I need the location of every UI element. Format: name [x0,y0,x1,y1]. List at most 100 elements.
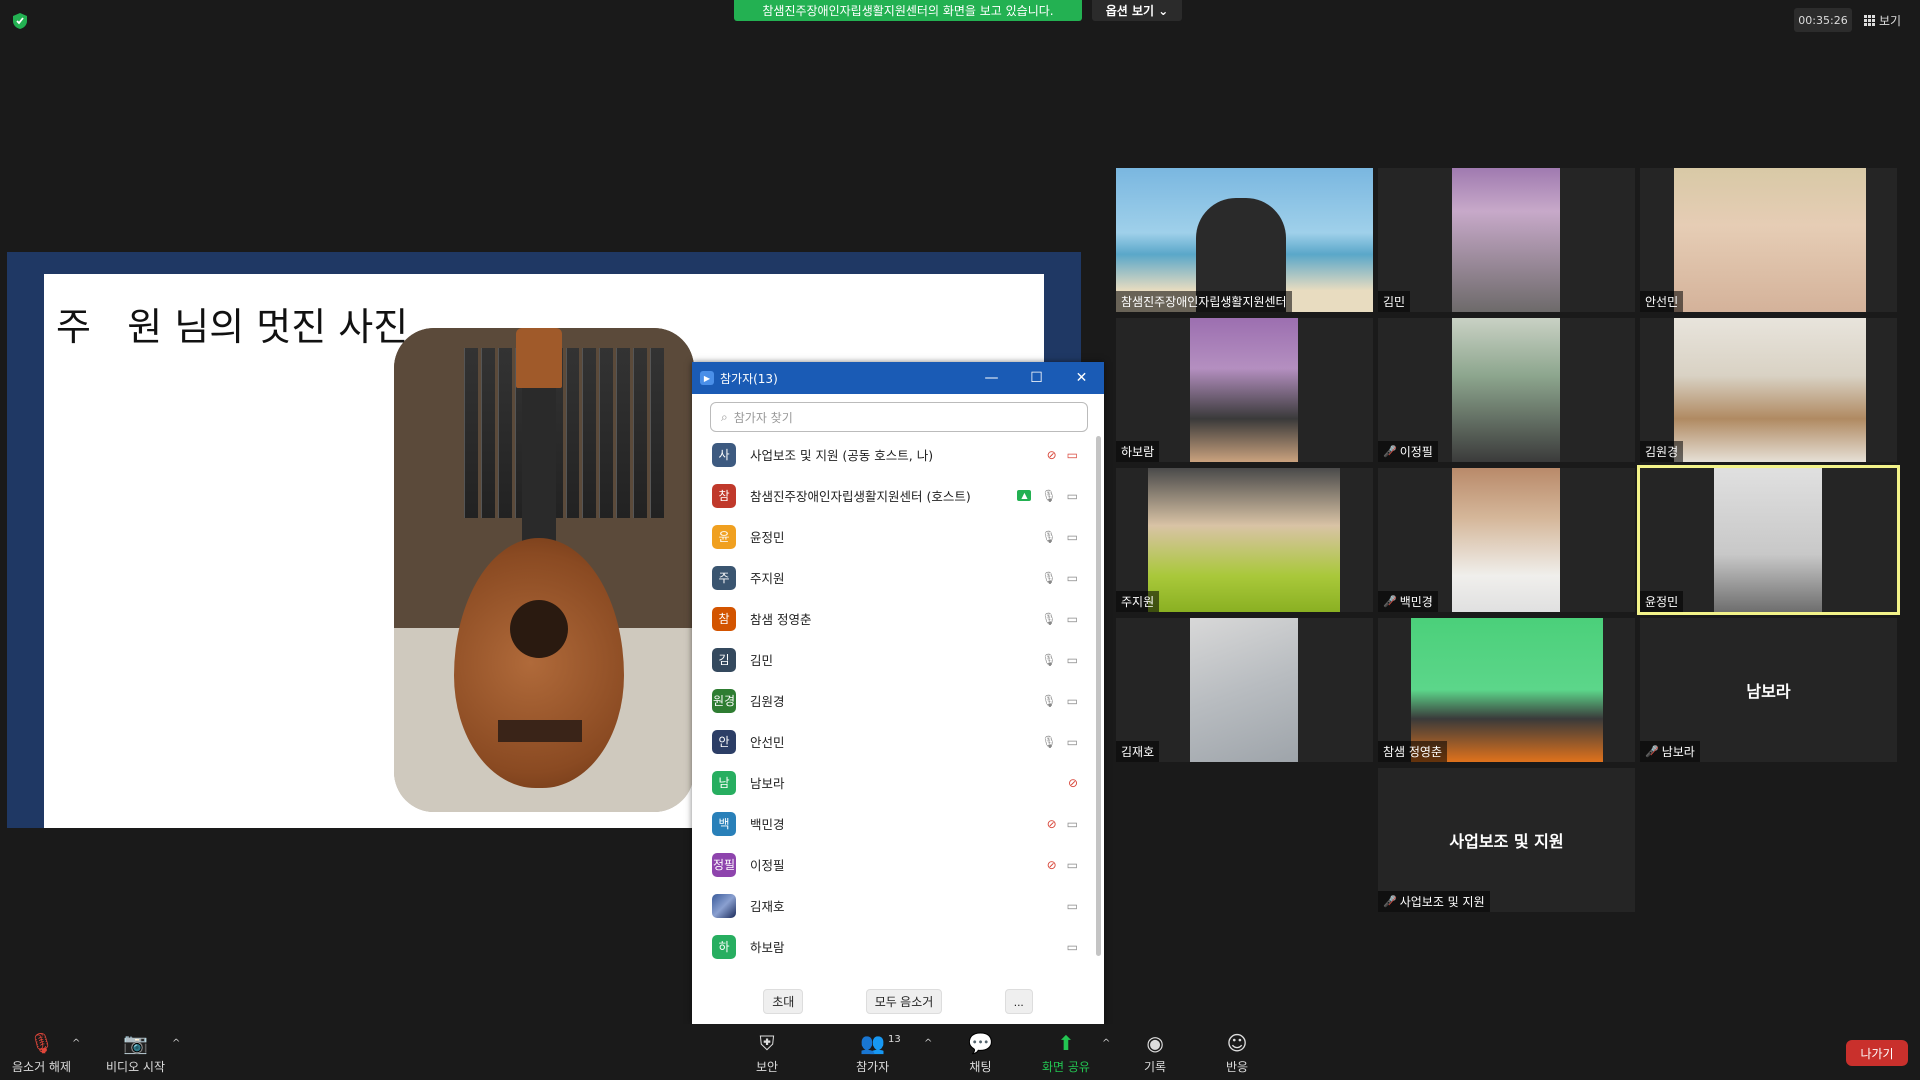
video-tile-active-speaker[interactable]: 윤정민 [1637,465,1900,615]
participant-name: 남보라 [750,776,785,791]
video-tile[interactable]: 사업보조 및 지원 🎤̸ 사업보조 및 지원 [1378,768,1635,912]
minimize-icon[interactable]: — [969,362,1014,394]
share-screen-button[interactable]: ⬆ 화면 공유 [1042,1032,1090,1075]
video-tile[interactable]: 김민 [1378,168,1635,312]
camera-off-icon[interactable]: ▭ [1067,448,1078,462]
more-button[interactable]: ... [1004,989,1033,1014]
participant-row[interactable]: 주 주지원 🎙 ▭ [692,557,1096,598]
camera-icon[interactable]: ▭ [1067,653,1078,667]
mic-off-icon[interactable]: ⊘ [1047,448,1057,462]
reactions-button[interactable]: ☺ 반응 [1226,1032,1248,1075]
mic-icon[interactable]: 🎙 [1041,735,1056,749]
view-button[interactable]: 보기 [1864,8,1912,32]
camera-icon[interactable]: ▭ [1067,571,1078,585]
video-tile[interactable]: 김재호 [1116,618,1373,762]
participant-list: 사 사업보조 및 지원 (공동 호스트, 나) ⊘ ▭ 참 참샘진주장애인자립생활지원센터… [692,434,1096,967]
mic-icon[interactable]: 🎙 [1041,571,1056,585]
video-tile[interactable]: 참샘 정영춘 [1378,618,1635,762]
camera-icon[interactable]: ▭ [1067,694,1078,708]
unmute-button[interactable]: 🎙 음소거 해제 [12,1032,71,1075]
leave-button[interactable]: 나가기 [1846,1040,1908,1066]
mic-icon[interactable]: 🎙 [1041,612,1056,626]
camera-icon[interactable]: ▭ [1067,530,1078,544]
mic-off-icon[interactable]: ⊘ [1047,817,1057,831]
mic-icon[interactable]: 🎙 [1041,489,1056,503]
participant-row[interactable]: 김 김민 🎙 ▭ [692,639,1096,680]
audio-options-caret-icon[interactable]: ^ [72,1038,80,1049]
participants-button[interactable]: 👥 참가자 13 [856,1032,901,1075]
participant-row[interactable]: 남 남보라 ⊘ [692,762,1096,803]
participant-row[interactable]: 참 참샘진주장애인자립생활지원센터 (호스트) ▲ 🎙 ▭ [692,475,1096,516]
mic-icon[interactable]: 🎙 [1041,653,1056,667]
mic-off-icon: 🎤̸ [1383,895,1397,908]
record-button[interactable]: ◉ 기록 [1144,1032,1166,1075]
video-tile[interactable]: 하보람 [1116,318,1373,462]
mic-off-icon: 🎤̸ [1383,445,1397,458]
panel-title: 참가자(13) [720,371,778,386]
video-tile[interactable]: 🎤̸ 백민경 [1378,468,1635,612]
scrollbar[interactable] [1096,436,1101,956]
mic-icon[interactable]: 🎙 [1041,694,1056,708]
view-label: 보기 [1879,13,1902,28]
mic-off-icon[interactable]: ⊘ [1047,858,1057,872]
security-shield-icon[interactable] [12,12,28,30]
mic-off-icon: 🎙 [28,1031,55,1055]
video-tile[interactable]: 🎤̸ 이정필 [1378,318,1635,462]
camera-icon[interactable]: ▭ [1067,899,1078,913]
panel-titlebar[interactable]: ▶ 참가자(13) — ☐ ✕ [692,362,1104,394]
camera-icon[interactable]: ▭ [1067,489,1078,503]
video-tile[interactable]: 참샘진주장애인자립생활지원센터 [1116,168,1373,312]
invite-button[interactable]: 초대 [763,989,804,1014]
participant-name: 윤정민 [1640,591,1684,612]
participant-row[interactable]: 참 참샘 정영춘 🎙 ▭ [692,598,1096,639]
record-icon: ◉ [1146,1031,1164,1055]
mic-icon[interactable]: 🎙 [1041,530,1056,544]
camera-icon[interactable]: ▭ [1067,735,1078,749]
start-video-button[interactable]: 📷 비디오 시작 [106,1032,165,1075]
participant-name: 백민경 [750,817,785,832]
participants-caret-icon[interactable]: ^ [924,1038,932,1049]
ukulele-photo [394,328,694,812]
avatar: 주 [712,565,736,590]
sharing-icon: ▲ [1017,490,1032,501]
avatar-image [712,893,736,918]
mic-off-icon: 🎤̸ [1645,745,1659,758]
video-tile[interactable]: 남보라 🎤̸ 남보라 [1640,618,1897,762]
avatar: 정필 [712,852,736,877]
camera-icon[interactable]: ▭ [1067,858,1078,872]
participant-name: 하보람 [750,940,785,955]
avatar: 하 [712,934,736,959]
participant-name: 주지원 [750,571,785,586]
participant-row[interactable]: 하 하보람 ▭ [692,926,1096,967]
video-options-caret-icon[interactable]: ^ [172,1038,180,1049]
participant-name: 안선민 [750,735,785,750]
mic-off-icon: 🎤̸ [1383,595,1397,608]
share-caret-icon[interactable]: ^ [1102,1038,1110,1049]
avatar: 사 [712,442,736,467]
mute-all-button[interactable]: 모두 음소거 [865,989,943,1014]
close-icon[interactable]: ✕ [1059,362,1104,394]
camera-icon[interactable]: ▭ [1067,612,1078,626]
video-tile[interactable]: 김원경 [1640,318,1897,462]
participant-row[interactable]: 정필 이정필 ⊘ ▭ [692,844,1096,885]
meeting-toolbar: 🎙 음소거 해제 ^ 📷 비디오 시작 ^ ⛨ 보안 👥 참가자 13 ^ 💬 … [0,1024,1920,1080]
participant-row[interactable]: 김재호 ▭ [692,885,1096,926]
chat-button[interactable]: 💬 채팅 [968,1032,993,1075]
video-tile[interactable]: 주지원 [1116,468,1373,612]
mic-off-icon[interactable]: ⊘ [1068,776,1078,790]
camera-icon[interactable]: ▭ [1067,817,1078,831]
view-options-button[interactable]: 옵션 보기 ⌄ [1092,0,1182,21]
participant-row[interactable]: 안 안선민 🎙 ▭ [692,721,1096,762]
security-button[interactable]: ⛨ 보안 [756,1032,778,1075]
participant-search-input[interactable]: ⌕ 참가자 찾기 [710,402,1088,432]
participant-row[interactable]: 사 사업보조 및 지원 (공동 호스트, 나) ⊘ ▭ [692,434,1096,475]
maximize-icon[interactable]: ☐ [1014,362,1059,394]
meeting-timer: 00:35:26 [1794,8,1852,32]
participant-row[interactable]: 윤 윤정민 🎙 ▭ [692,516,1096,557]
participant-row[interactable]: 원경 김원경 🎙 ▭ [692,680,1096,721]
participant-name: 참샘진주장애인자립생활지원센터 [1116,291,1292,312]
grid-icon [1864,14,1875,26]
camera-icon[interactable]: ▭ [1067,940,1078,954]
participant-row[interactable]: 백 백민경 ⊘ ▭ [692,803,1096,844]
video-tile[interactable]: 안선민 [1640,168,1897,312]
